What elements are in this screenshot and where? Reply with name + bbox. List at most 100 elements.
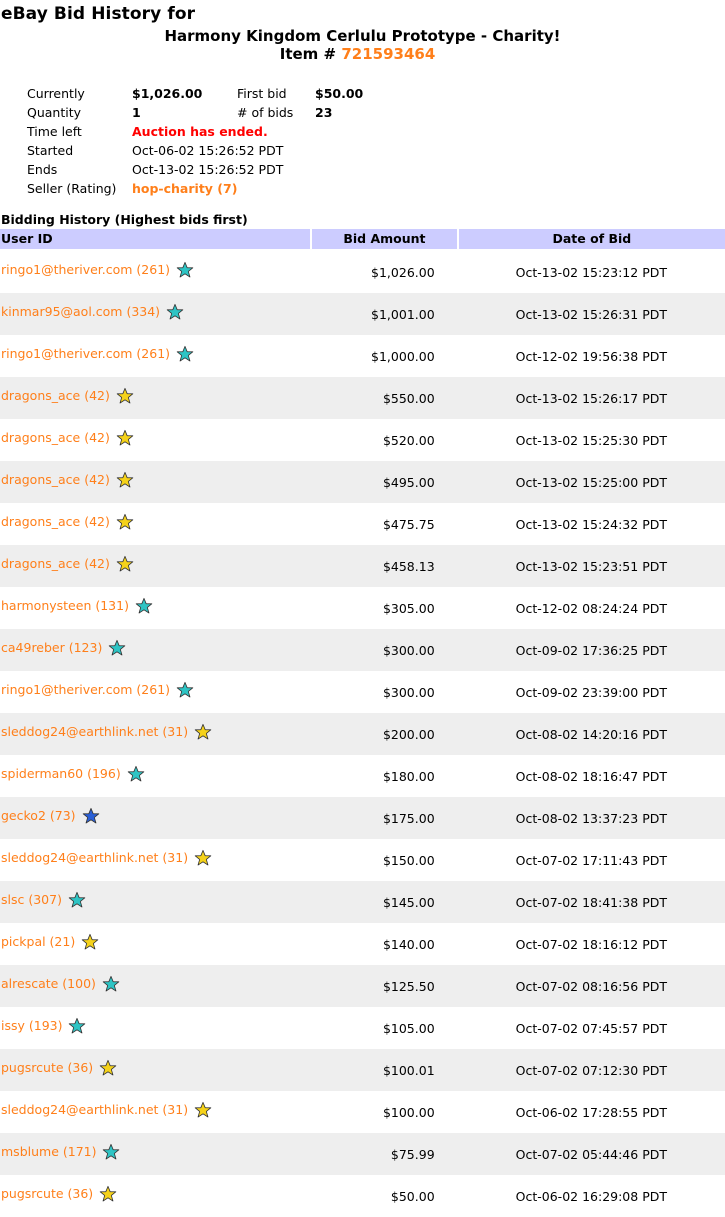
feedback-star-icon[interactable] bbox=[116, 513, 134, 531]
bidder-link[interactable]: issy (193) bbox=[1, 1018, 62, 1033]
feedback-star-icon[interactable] bbox=[135, 597, 153, 615]
feedback-star-icon[interactable] bbox=[176, 681, 194, 699]
user-id-cell: ringo1@theriver.com (261) bbox=[0, 681, 310, 699]
bid-amount-cell: $50.00 bbox=[390, 1188, 435, 1204]
feedback-star-icon[interactable] bbox=[194, 849, 212, 867]
feedback-star-icon[interactable] bbox=[82, 807, 100, 825]
bidder-link[interactable]: sleddog24@earthlink.net (31) bbox=[1, 850, 188, 865]
feedback-star-icon[interactable] bbox=[127, 765, 145, 783]
seller-link[interactable]: hop-charity (7) bbox=[132, 179, 237, 198]
table-row: ringo1@theriver.com (261) $1,000.00 Oct-12… bbox=[0, 335, 725, 377]
table-row: ringo1@theriver.com (261) $1,026.00 Oct-13… bbox=[0, 251, 725, 293]
bid-amount-cell: $175.00 bbox=[382, 810, 435, 826]
bidder-link[interactable]: sleddog24@earthlink.net (31) bbox=[1, 724, 188, 739]
feedback-star-icon[interactable] bbox=[176, 345, 194, 363]
bid-date-cell: Oct-13-02 15:24:32 PDT bbox=[515, 516, 667, 532]
num-bids-label: # of bids bbox=[237, 105, 294, 120]
bidder-link[interactable]: spiderman60 (196) bbox=[1, 766, 121, 781]
bidder-link[interactable]: dragons_ace (42) bbox=[1, 388, 110, 403]
user-id-cell: sleddog24@earthlink.net (31) bbox=[0, 849, 310, 867]
bidder-link[interactable]: alrescate (100) bbox=[1, 976, 96, 991]
bid-date-cell: Oct-13-02 15:26:31 PDT bbox=[515, 306, 667, 322]
bid-date-cell: Oct-08-02 13:37:23 PDT bbox=[515, 810, 667, 826]
bidder-link[interactable]: msblume (171) bbox=[1, 1144, 96, 1159]
feedback-star-icon[interactable] bbox=[166, 303, 184, 321]
feedback-star-icon[interactable] bbox=[99, 1185, 117, 1203]
bid-date-cell: Oct-07-02 07:12:30 PDT bbox=[515, 1062, 667, 1078]
bidder-link[interactable]: slsc (307) bbox=[1, 892, 62, 907]
user-id-cell: dragons_ace (42) bbox=[0, 555, 310, 573]
bid-amount-cell: $300.00 bbox=[382, 642, 435, 658]
feedback-star-icon[interactable] bbox=[102, 975, 120, 993]
user-id-cell: ca49reber (123) bbox=[0, 639, 310, 657]
user-id-cell: ringo1@theriver.com (261) bbox=[0, 345, 310, 363]
started-value: Oct-06-02 15:26:52 PDT bbox=[132, 143, 284, 158]
started-label: Started bbox=[27, 143, 74, 158]
user-id-cell: dragons_ace (42) bbox=[0, 471, 310, 489]
table-row: msblume (171) $75.99 Oct-07-02 05:44:46 PD… bbox=[0, 1133, 725, 1175]
bid-amount-cell: $495.00 bbox=[382, 474, 435, 490]
auction-summary: Currently $1,026.00 First bid $50.00 Qua… bbox=[27, 84, 363, 198]
table-row: harmonysteen (131) $305.00 Oct-12-02 08:24… bbox=[0, 587, 725, 629]
bidder-link[interactable]: ca49reber (123) bbox=[1, 640, 102, 655]
bid-table-body: ringo1@theriver.com (261) $1,026.00 Oct-13… bbox=[0, 251, 725, 1217]
feedback-star-icon[interactable] bbox=[68, 891, 86, 909]
bidder-link[interactable]: gecko2 (73) bbox=[1, 808, 76, 823]
bidder-link[interactable]: ringo1@theriver.com (261) bbox=[1, 262, 170, 277]
table-row: dragons_ace (42) $550.00 Oct-13-02 15:26:1… bbox=[0, 377, 725, 419]
bid-date-cell: Oct-07-02 18:16:12 PDT bbox=[515, 936, 667, 952]
bidder-link[interactable]: pugsrcute (36) bbox=[1, 1060, 93, 1075]
feedback-star-icon[interactable] bbox=[108, 639, 126, 657]
ends-value: Oct-13-02 15:26:52 PDT bbox=[132, 162, 284, 177]
bidder-link[interactable]: pickpal (21) bbox=[1, 934, 75, 949]
feedback-star-icon[interactable] bbox=[194, 723, 212, 741]
feedback-star-icon[interactable] bbox=[116, 471, 134, 489]
currently-label: Currently bbox=[27, 86, 85, 101]
table-row: gecko2 (73) $175.00 Oct-08-02 13:37:23 PDT bbox=[0, 797, 725, 839]
bid-amount-cell: $75.99 bbox=[390, 1146, 435, 1162]
bidder-link[interactable]: harmonysteen (131) bbox=[1, 598, 129, 613]
feedback-star-icon[interactable] bbox=[194, 1101, 212, 1119]
bidder-link[interactable]: sleddog24@earthlink.net (31) bbox=[1, 1102, 188, 1117]
feedback-star-icon[interactable] bbox=[99, 1059, 117, 1077]
quantity-value: 1 bbox=[132, 105, 141, 120]
item-number-link[interactable]: 721593464 bbox=[341, 45, 435, 63]
first-bid-value: $50.00 bbox=[315, 86, 364, 101]
bidder-link[interactable]: ringo1@theriver.com (261) bbox=[1, 682, 170, 697]
feedback-star-icon[interactable] bbox=[68, 1017, 86, 1035]
first-bid-label: First bid bbox=[237, 86, 287, 101]
bid-date-cell: Oct-07-02 18:41:38 PDT bbox=[515, 894, 667, 910]
table-row: spiderman60 (196) $180.00 Oct-08-02 18:16:… bbox=[0, 755, 725, 797]
bidder-link[interactable]: dragons_ace (42) bbox=[1, 556, 110, 571]
feedback-star-icon[interactable] bbox=[176, 261, 194, 279]
bidding-history-title: Bidding History (Highest bids first) bbox=[1, 212, 248, 227]
bidder-link[interactable]: dragons_ace (42) bbox=[1, 472, 110, 487]
bidder-link[interactable]: ringo1@theriver.com (261) bbox=[1, 346, 170, 361]
table-row: pickpal (21) $140.00 Oct-07-02 18:16:12 PD… bbox=[0, 923, 725, 965]
user-id-cell: issy (193) bbox=[0, 1017, 310, 1035]
feedback-star-icon[interactable] bbox=[116, 387, 134, 405]
feedback-star-icon[interactable] bbox=[116, 429, 134, 447]
bidder-link[interactable]: dragons_ace (42) bbox=[1, 514, 110, 529]
table-row: ringo1@theriver.com (261) $300.00 Oct-09-0… bbox=[0, 671, 725, 713]
table-row: kinmar95@aol.com (334) $1,001.00 Oct-13-02… bbox=[0, 293, 725, 335]
feedback-star-icon[interactable] bbox=[102, 1143, 120, 1161]
bidder-link[interactable]: pugsrcute (36) bbox=[1, 1186, 93, 1201]
feedback-star-icon[interactable] bbox=[81, 933, 99, 951]
bid-date-cell: Oct-13-02 15:23:12 PDT bbox=[515, 264, 667, 280]
bid-amount-cell: $140.00 bbox=[382, 936, 435, 952]
bidder-link[interactable]: dragons_ace (42) bbox=[1, 430, 110, 445]
bid-date-cell: Oct-12-02 08:24:24 PDT bbox=[515, 600, 667, 616]
bid-amount-cell: $100.01 bbox=[382, 1062, 435, 1078]
bid-date-cell: Oct-13-02 15:25:30 PDT bbox=[515, 432, 667, 448]
column-header-user-id: User ID bbox=[0, 229, 311, 249]
bid-date-cell: Oct-12-02 19:56:38 PDT bbox=[515, 348, 667, 364]
bid-amount-cell: $1,000.00 bbox=[371, 348, 435, 364]
bidder-link[interactable]: kinmar95@aol.com (334) bbox=[1, 304, 160, 319]
table-row: slsc (307) $145.00 Oct-07-02 18:41:38 PDT bbox=[0, 881, 725, 923]
bid-date-cell: Oct-07-02 08:16:56 PDT bbox=[515, 978, 667, 994]
bid-amount-cell: $150.00 bbox=[382, 852, 435, 868]
feedback-star-icon[interactable] bbox=[116, 555, 134, 573]
page-title: eBay Bid History for bbox=[1, 4, 196, 24]
user-id-cell: gecko2 (73) bbox=[0, 807, 310, 825]
